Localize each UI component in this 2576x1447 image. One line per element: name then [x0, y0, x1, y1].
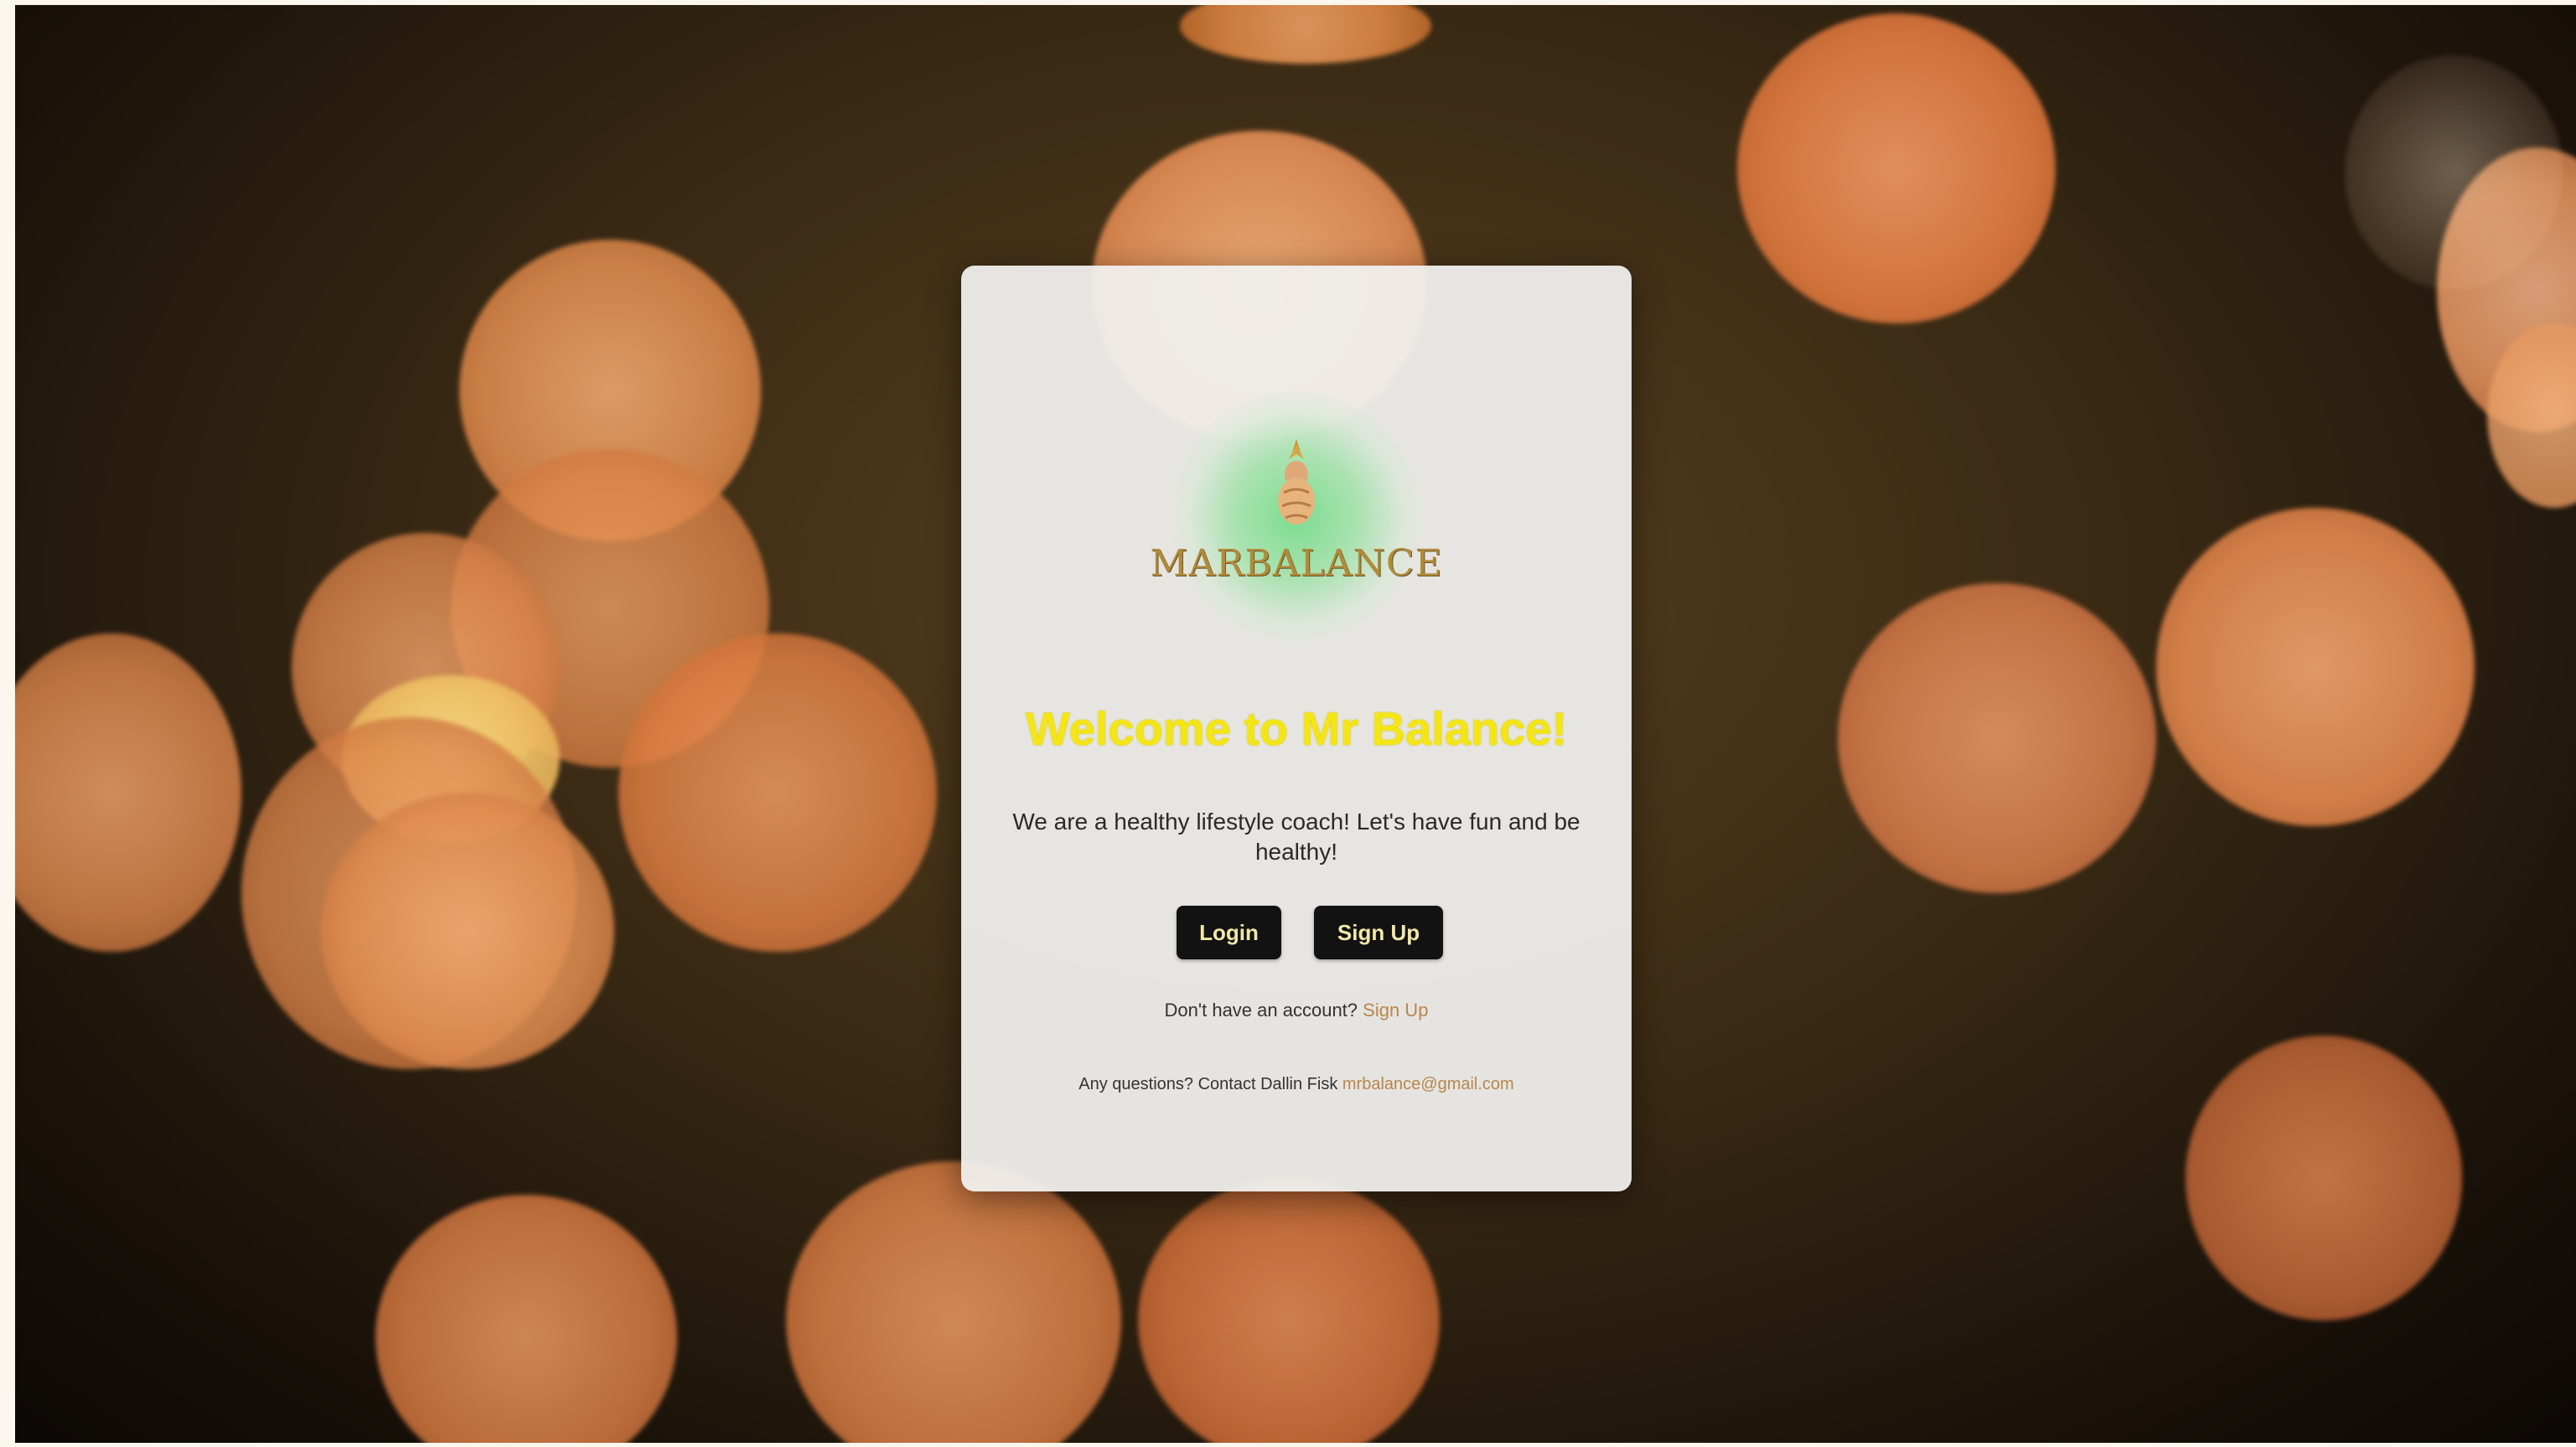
- account-prompt: Don't have an account?: [1164, 1000, 1358, 1021]
- contact-prompt: Any questions? Contact Dallin Fisk: [1079, 1075, 1338, 1093]
- signup-link[interactable]: Sign Up: [1363, 1000, 1428, 1021]
- bokeh-light: [15, 633, 241, 952]
- bokeh-light: [1838, 583, 2156, 893]
- bokeh-light: [375, 1195, 677, 1443]
- bokeh-light: [321, 793, 614, 1069]
- bokeh-light: [2156, 508, 2475, 826]
- account-prompt-line: Don't have an account? Sign Up: [961, 1000, 1632, 1021]
- logo-wordmark: MARBALANCE: [1150, 542, 1443, 585]
- login-button[interactable]: Login: [1177, 906, 1281, 959]
- bokeh-light: [1180, 5, 1431, 64]
- welcome-card: MARBALANCE Welcome to Mr Balance! We are…: [961, 266, 1632, 1191]
- bokeh-light: [618, 633, 937, 952]
- background-bokeh: MARBALANCE Welcome to Mr Balance! We are…: [15, 5, 2576, 1443]
- bokeh-light: [2345, 55, 2563, 290]
- welcome-title: Welcome to Mr Balance!: [1025, 702, 1568, 755]
- brand-logo: MARBALANCE: [1150, 383, 1443, 643]
- welcome-subtitle: We are a healthy lifestyle coach! Let's …: [1012, 809, 1580, 865]
- bokeh-light: [2185, 1036, 2462, 1320]
- bokeh-light: [1737, 13, 2056, 323]
- bokeh-light: [786, 1161, 1121, 1443]
- contact-line: Any questions? Contact Dallin Fisk mrbal…: [961, 1075, 1632, 1094]
- pineapple-logo-icon: [1267, 437, 1326, 530]
- bokeh-light: [1138, 1178, 1440, 1443]
- signup-button[interactable]: Sign Up: [1314, 906, 1443, 959]
- contact-email-link[interactable]: mrbalance@gmail.com: [1342, 1075, 1514, 1093]
